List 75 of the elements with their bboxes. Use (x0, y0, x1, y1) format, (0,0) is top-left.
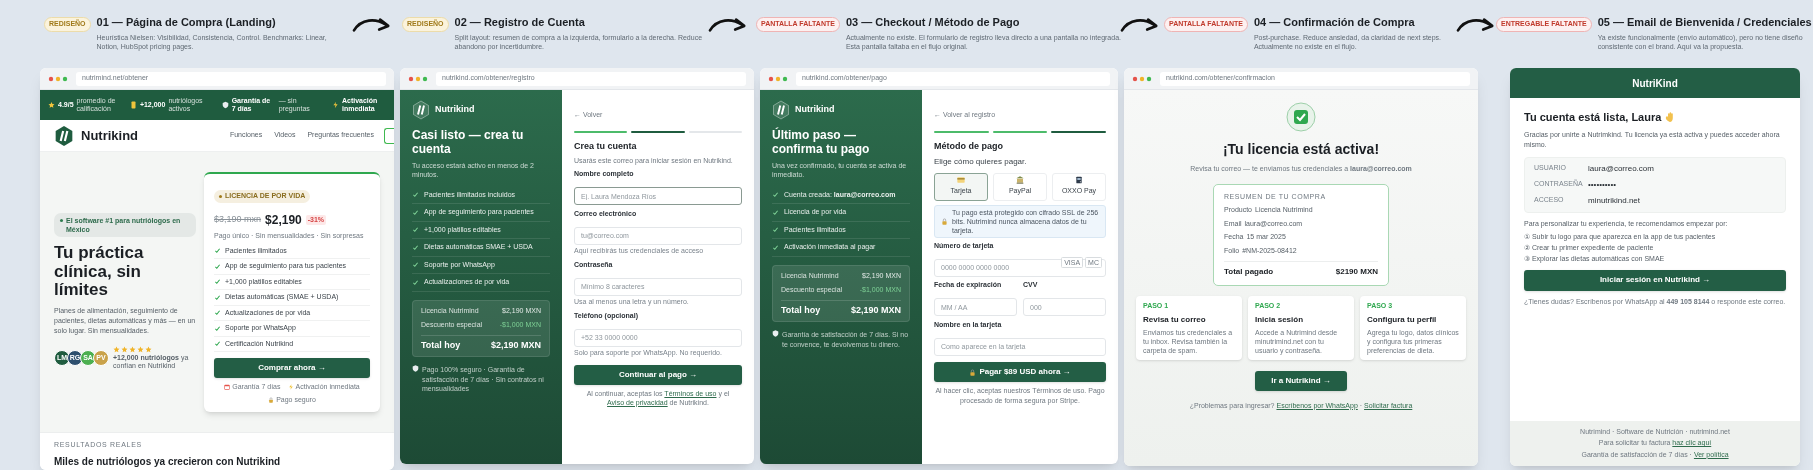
shield-icon (221, 101, 229, 109)
form-subtitle: Elige cómo quieres pagar. (934, 155, 1028, 168)
form-title: Crea tu cuenta (574, 140, 638, 153)
brand-name: Nutrikind (81, 126, 139, 145)
waving-hand-icon (1665, 112, 1676, 123)
bar-icon (129, 101, 137, 109)
login-button[interactable]: Iniciar sesión en Nutrikind → (1524, 269, 1786, 291)
check-icon (412, 191, 419, 199)
window-controls-icon (408, 75, 430, 82)
total-value: $2190 MXN (1335, 266, 1378, 278)
step-title: Inicia sesión (1255, 313, 1305, 326)
total-value: $2,190 MXN (850, 303, 901, 317)
check-icon (772, 226, 779, 234)
credential-value: minutrikind.net (1588, 194, 1641, 207)
total-value: $2,190 MXN (490, 338, 541, 352)
email-greeting: Tu cuenta está lista, Laura (1524, 110, 1662, 125)
lock-icon (941, 217, 948, 225)
calendar-icon (224, 384, 231, 391)
total-label: Total hoy (781, 303, 821, 317)
check-icon (772, 208, 779, 216)
bolt-icon (287, 384, 294, 391)
check-icon (412, 278, 419, 286)
curved-arrow-icon (1456, 16, 1496, 34)
curved-arrow-icon (708, 16, 748, 34)
form-title: Método de pago (934, 140, 1004, 153)
total-label: Total pagado (1224, 266, 1274, 278)
check-icon (412, 226, 419, 234)
screen-title: 01 — Página de Compra (Landing) (96, 15, 277, 30)
step-title: Revisa tu correo (1143, 313, 1207, 326)
window-controls-icon (768, 75, 790, 82)
curved-arrow-icon (352, 16, 392, 34)
shield-icon (412, 365, 419, 373)
shield-icon (772, 330, 779, 338)
phone-icon (1075, 176, 1083, 185)
hero-headline: Tu práctica clínica, sin límites (54, 244, 145, 301)
primary-button[interactable]: Continuar al pago → (574, 364, 742, 385)
price: $2,190 (265, 212, 302, 229)
section-heading: Miles de nutriólogos ya crecieron con Nutrikind (54, 454, 282, 469)
logo-icon (54, 124, 74, 147)
total-label: Total hoy (421, 338, 461, 352)
credential-value: •••••••••• (1588, 178, 1616, 191)
check-icon (412, 261, 419, 269)
screen-title: 05 — Email de Bienvenida / Credenciales (1597, 15, 1813, 30)
check-icon (772, 191, 779, 199)
window-controls-icon (48, 75, 70, 82)
go-button[interactable]: Ir a Nutrikind → (1255, 370, 1347, 391)
screen-title: 03 — Checkout / Método de Pago (845, 15, 1021, 30)
success-heading: ¡Tu licencia está activa! (1222, 140, 1380, 159)
credential-value: laura@correo.com (1588, 162, 1654, 175)
curved-arrow-icon (1120, 16, 1160, 34)
sidebar-heading: Último paso — confirma tu pago (772, 128, 871, 157)
step-title: Configura tu perfil (1367, 313, 1438, 326)
window-controls-icon (1132, 75, 1154, 82)
screen-title: 02 — Registro de Cuenta (454, 15, 586, 30)
check-icon (412, 243, 419, 251)
email-header: NutriKind (1510, 68, 1800, 98)
logo-icon (412, 100, 430, 120)
bank-icon (1016, 176, 1024, 185)
screen-title: 04 — Confirmación de Compra (1253, 15, 1416, 30)
check-icon (412, 208, 419, 216)
lock-icon (969, 368, 977, 376)
check-icon (772, 243, 779, 251)
brand-name: Nutrikind (435, 103, 475, 117)
old-price: $3,190 mxn (214, 213, 262, 227)
bolt-icon (331, 101, 339, 109)
logo-icon (772, 100, 790, 120)
sidebar-heading: Casi listo — crea tu cuenta (412, 128, 525, 157)
star-icon (48, 101, 55, 109)
card-icon (957, 176, 965, 185)
brand-name: Nutrikind (795, 103, 835, 117)
primary-button[interactable]: Pagar $89 USD ahora → (934, 362, 1106, 383)
success-check-icon (1286, 102, 1316, 132)
buy-button[interactable]: Comprar ahora → (214, 358, 370, 378)
nav-button[interactable] (384, 127, 394, 144)
lock-icon (268, 396, 275, 403)
